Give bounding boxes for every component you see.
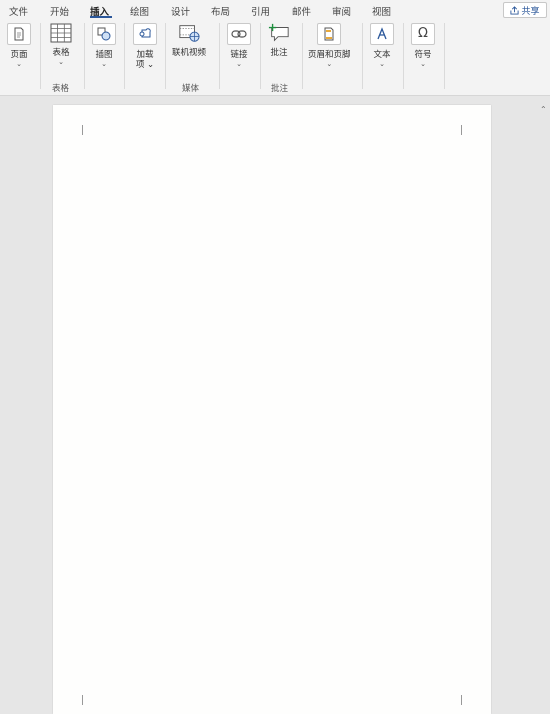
group-divider — [84, 23, 85, 89]
table-button[interactable]: 表格 ⌄ — [50, 23, 72, 66]
link-icon-box — [227, 23, 251, 45]
tab-view[interactable]: 视图 — [372, 4, 391, 18]
group-divider — [124, 23, 125, 89]
addins-label-line2: 项 ⌄ — [135, 60, 155, 70]
header-footer-button[interactable]: 页眉和页脚 ⌄ — [308, 23, 351, 68]
illustrations-label: 插图 — [95, 50, 113, 60]
chevron-down-icon: ⌄ — [236, 60, 242, 68]
page-icon-box — [7, 23, 31, 45]
symbol-icon-box: Ω — [411, 23, 435, 45]
text-button[interactable]: 文本 ⌄ — [370, 23, 394, 68]
header-footer-icon-box — [317, 23, 342, 45]
group-divider — [260, 23, 261, 89]
tab-design[interactable]: 设计 — [171, 4, 190, 18]
online-video-label: 联机视频 — [172, 48, 207, 58]
table-grid-icon — [50, 23, 72, 43]
comment-button[interactable]: 批注 — [268, 23, 290, 58]
crop-mark-top-right — [461, 125, 462, 135]
group-label-media: 媒体 — [182, 84, 200, 94]
illustrations-button[interactable]: 插图 ⌄ — [92, 23, 116, 68]
chevron-down-icon: ⌄ — [420, 60, 426, 68]
online-video-icon-box — [178, 23, 200, 43]
chevron-down-icon: ⌄ — [16, 60, 22, 68]
share-icon — [510, 5, 520, 15]
crop-mark-bottom-left — [82, 695, 83, 705]
document-page[interactable] — [53, 105, 491, 714]
group-divider — [444, 23, 445, 89]
addins-icon-box — [133, 23, 157, 45]
group-label-comments: 批注 — [271, 84, 289, 94]
header-footer-icon — [324, 27, 334, 41]
tab-review[interactable]: 审阅 — [332, 4, 351, 18]
comment-label: 批注 — [270, 48, 288, 58]
illustrations-icon-box — [92, 23, 116, 45]
tab-mailings[interactable]: 邮件 — [292, 4, 311, 18]
addins-button[interactable]: 加载 项 ⌄ — [133, 23, 157, 70]
new-comment-icon — [268, 23, 289, 42]
group-divider — [40, 23, 41, 89]
collapse-ribbon-icon[interactable]: ⌃ — [540, 105, 547, 114]
tab-file[interactable]: 文件 — [9, 4, 28, 18]
group-divider — [403, 23, 404, 89]
link-button[interactable]: 链接 ⌄ — [227, 23, 251, 68]
table-icon-box — [50, 23, 72, 43]
page-button[interactable]: 页面 ⌄ — [7, 23, 31, 68]
share-label: 共享 — [521, 6, 540, 17]
table-label: 表格 — [52, 48, 70, 58]
chevron-down-icon: ⌄ — [379, 60, 385, 68]
chevron-down-icon: ⌄ — [326, 60, 333, 68]
tab-home[interactable]: 开始 — [50, 4, 69, 18]
crop-mark-bottom-right — [461, 695, 462, 705]
group-divider — [165, 23, 166, 89]
active-tab-indicator — [90, 16, 112, 18]
symbol-label: 符号 — [414, 50, 432, 60]
video-globe-icon — [179, 25, 200, 42]
chevron-down-icon: ⌄ — [101, 60, 107, 68]
chevron-down-icon: ⌄ — [58, 58, 64, 66]
omega-icon: Ω — [418, 26, 428, 41]
link-chain-icon — [231, 30, 247, 38]
online-video-button[interactable]: 联机视频 — [172, 23, 206, 58]
symbol-button[interactable]: Ω 符号 ⌄ — [411, 23, 435, 68]
link-label: 链接 — [230, 50, 248, 60]
tab-layout[interactable]: 布局 — [211, 4, 230, 18]
text-box-icon — [377, 27, 387, 40]
addins-icon — [139, 28, 151, 38]
tab-draw[interactable]: 绘图 — [130, 4, 149, 18]
header-footer-label: 页眉和页脚 — [308, 50, 351, 60]
text-label: 文本 — [373, 50, 391, 60]
menu-bar: 文件 开始 插入 绘图 设计 布局 引用 邮件 审阅 视图 共享 — [0, 0, 550, 19]
tab-references[interactable]: 引用 — [251, 4, 270, 18]
page-label: 页面 — [10, 50, 28, 60]
ribbon: 页面 ⌄ 表格 ⌄ 表格 插图 ⌄ 加载 项 ⌄ 联机视频 媒体 链接 ⌄ 批注… — [0, 19, 550, 114]
group-divider — [219, 23, 220, 89]
group-label-tables: 表格 — [52, 84, 70, 94]
addins-label-line1: 加载 — [136, 50, 154, 60]
crop-mark-top-left — [82, 125, 83, 135]
text-icon-box — [370, 23, 394, 45]
group-divider — [302, 23, 303, 89]
group-divider — [362, 23, 363, 89]
comment-icon-box — [268, 23, 290, 43]
share-button[interactable]: 共享 — [503, 2, 547, 18]
page-icon — [14, 27, 24, 41]
shapes-icon — [97, 27, 111, 41]
